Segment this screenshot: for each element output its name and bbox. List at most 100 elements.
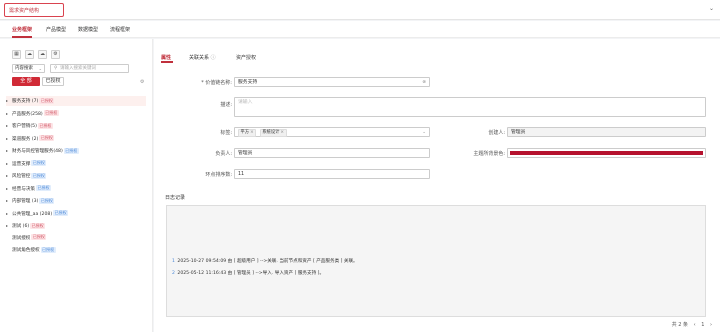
cloud-upload-icon[interactable]: ☁ (25, 50, 34, 59)
description-placeholder: 请输入 (238, 100, 253, 105)
tab-relations[interactable]: 关联关系 ⓘ (189, 54, 216, 61)
search-icon: ⚲ (54, 66, 58, 71)
authorized-badge: 已授权 (30, 222, 46, 229)
tree-node-label: 服务支持 (7) (12, 99, 39, 104)
tree-node[interactable]: ▸ 服务支持 (7) 已授权 (6, 96, 146, 106)
page-title[interactable]: 需求资产结构 (4, 3, 64, 17)
owner-label: 负责人: (215, 151, 232, 157)
authorized-badge: 已授权 (31, 172, 47, 179)
chevron-down-icon: ⌄ (38, 66, 42, 71)
authorized-badge: 已授权 (43, 110, 59, 116)
authorized-badge: 已授权 (40, 246, 56, 253)
tree-node-label: 测试 (6) (12, 224, 30, 229)
clear-icon[interactable]: ⊗ (422, 79, 426, 86)
owner-input[interactable]: 管理员 (234, 148, 430, 158)
close-icon[interactable]: × (250, 130, 254, 135)
scope-select[interactable]: 内容搜索 ⌄ (12, 64, 45, 73)
log-line: 2 2025-05-12 11:16:43 由 [ 管理员 ] -->导入. 导… (172, 271, 325, 276)
info-icon: ⓘ (210, 55, 216, 61)
chevron-down-icon: ⌄ (422, 130, 426, 135)
tree-node[interactable]: ▸ 产品服务(258) 已授权 (6, 109, 146, 119)
tree-node[interactable]: 测试授权 已授权 (6, 234, 146, 244)
authorized-badge: 已授权 (63, 147, 79, 154)
authorized-badge: 已授权 (35, 185, 51, 191)
tree-node[interactable]: ▸ 客户营销(5) 已授权 (6, 121, 146, 131)
tree-node-label: 客户营销(5) (12, 124, 37, 129)
authorized-badge: 已授权 (31, 234, 47, 240)
authorized-button[interactable]: 已授权 (42, 77, 64, 86)
current-page[interactable]: 1 (701, 322, 704, 328)
tab-business-framework[interactable]: 业务框架 (12, 26, 32, 33)
left-panel: ▦ ☁ ☁ ⚙ 内容搜索 ⌄ ⚲ 请输入搜索关键词 全 部 已授权 ⚙ ▸ 服务支… (0, 39, 153, 332)
tree-node[interactable]: ▸ 测试 (6) 已授权 (6, 221, 146, 231)
tree-node-label: 公共管理_aa (208) (12, 211, 53, 217)
authorized-badge: 已授权 (39, 197, 55, 204)
tab-relations-label: 关联关系 (189, 55, 210, 61)
tree-node[interactable]: ▸ 公共管理_aa (208) 已授权 (6, 209, 146, 219)
grid-icon[interactable]: ▦ (12, 50, 21, 59)
search-placeholder: 请输入搜索关键词 (60, 66, 96, 71)
all-button[interactable]: 全 部 (12, 77, 40, 86)
tab-data-model[interactable]: 数据模型 (78, 26, 98, 33)
authorized-badge: 已授权 (53, 210, 69, 216)
main-tabs: 业务框架 产品模型 数据模型 流程框架 (0, 21, 720, 38)
log-line: 1 2025-10-27 09:54:09 由 [ 超级用户 ] -->关联. … (172, 259, 358, 264)
tree-node-label: 内部管理 (3) (12, 199, 39, 204)
prev-page-icon[interactable]: ‹ (694, 322, 696, 328)
authorized-badge: 已授权 (31, 160, 47, 166)
top-bar: 需求资产结构 ⌄ (0, 0, 720, 20)
chevron-down-icon[interactable]: ⌄ (709, 5, 714, 12)
active-tab-underline (12, 36, 32, 38)
cloud-download-icon[interactable]: ☁ (38, 50, 47, 59)
tree-node[interactable]: 测试角色授权 已授权 (6, 246, 146, 256)
tab-process-framework[interactable]: 流程框架 (110, 26, 130, 33)
tree-node-label: 测试角色授权 (12, 248, 40, 253)
active-tab-underline (161, 61, 173, 63)
tag-chip: 平方× (238, 129, 257, 137)
tree-node-label: 运营支撑 (12, 161, 31, 167)
tree-node-label: 经营与决策 (12, 186, 35, 192)
chain-name-input[interactable]: 服务支持 ⊗ (234, 77, 430, 87)
tree-node[interactable]: ▸ 风险管控 已授权 (6, 171, 146, 181)
authorized-badge: 已授权 (37, 122, 53, 129)
description-label: 描述: (220, 102, 232, 108)
tree-node-label: 产品服务(258) (12, 111, 43, 117)
tag-chip: 系统设计× (259, 129, 287, 137)
tree-node[interactable]: ▸ 财务与风控管理服务(48) 已授权 (6, 146, 146, 156)
chain-name-label: * 价值链名称: (201, 80, 232, 86)
creator-input: 管理员 (507, 127, 706, 137)
chain-name-value: 服务支持 (238, 80, 258, 85)
authorized-badge: 已授权 (39, 97, 55, 104)
next-page-icon[interactable]: › (710, 322, 712, 328)
tags-select[interactable]: 平方× 系统设计× ⌄ (234, 127, 430, 137)
scope-select-value: 内容搜索 (15, 66, 33, 71)
authorized-badge: 已授权 (39, 135, 55, 141)
tags-label: 标签: (220, 130, 232, 136)
tree-node-label: 风险管控 (12, 174, 31, 179)
sort-order-label: 环点排序数: (205, 172, 232, 178)
tree-node-label: 渠道服务 (2) (12, 136, 39, 142)
search-input[interactable]: ⚲ 请输入搜索关键词 (50, 64, 129, 73)
tree-node-label: 财务与风控管理服务(48) (12, 149, 63, 154)
log-title: 日志记录 (165, 195, 186, 201)
right-panel: 属性 关联关系 ⓘ 资产授权 * 价值链名称: 服务支持 ⊗ 描述: 请输入 标… (154, 39, 720, 332)
background-color-picker[interactable] (507, 148, 706, 158)
tree-node[interactable]: ▸ 内部管理 (3) 已授权 (6, 196, 146, 206)
log-box: 1 2025-10-27 09:54:09 由 [ 超级用户 ] -->关联. … (166, 205, 706, 317)
background-color-label: 主题所背景色: (473, 151, 505, 157)
tab-properties[interactable]: 属性 (161, 54, 171, 61)
tab-product-model[interactable]: 产品模型 (46, 26, 66, 33)
sort-order-input[interactable]: 11 (234, 169, 430, 179)
settings-icon[interactable]: ⚙ (51, 50, 60, 59)
tree-node-label: 测试授权 (12, 235, 31, 241)
pagination-total: 共 2 条 (671, 322, 689, 328)
tree-node[interactable]: ▸ 运营支撑 已授权 (6, 159, 146, 169)
pagination: 共 2 条 ‹ 1 › (668, 321, 712, 328)
tab-asset-authorization[interactable]: 资产授权 (236, 54, 256, 61)
description-textarea[interactable]: 请输入 (234, 97, 706, 117)
tree-node[interactable]: ▸ 经营与决策 已授权 (6, 184, 146, 194)
gear-icon[interactable]: ⚙ (140, 79, 144, 85)
tree-node[interactable]: ▸ 渠道服务 (2) 已授权 (6, 134, 146, 144)
creator-label: 创建人: (488, 130, 505, 136)
close-icon[interactable]: × (280, 130, 284, 135)
